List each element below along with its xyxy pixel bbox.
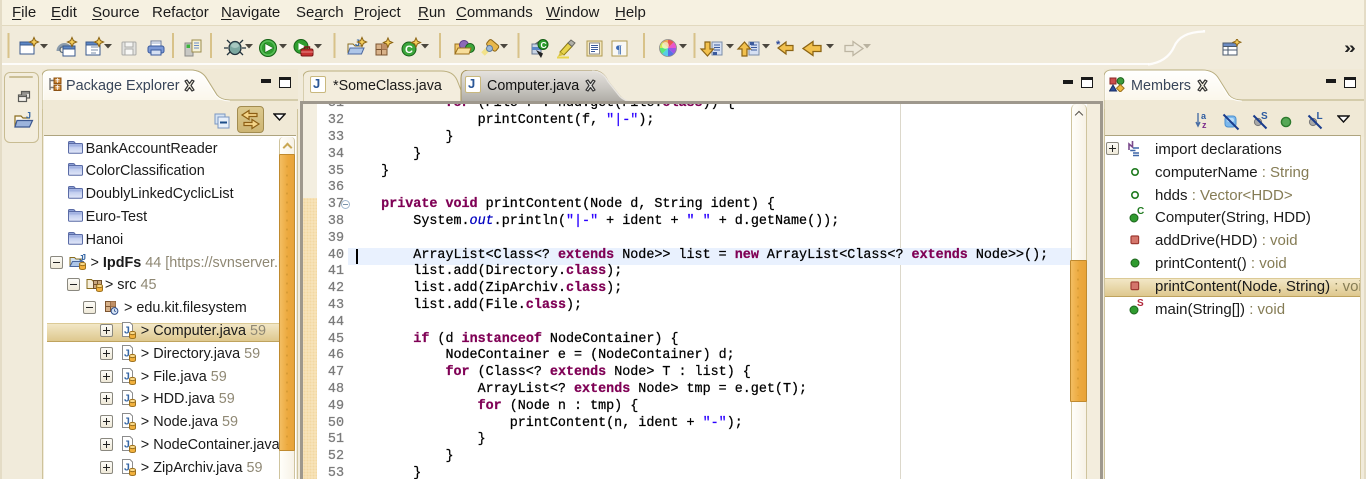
- svg-text:L: L: [1317, 111, 1323, 122]
- svg-text:S: S: [1261, 111, 1268, 122]
- svg-text:J: J: [82, 254, 86, 262]
- svg-text:C: C: [405, 44, 413, 56]
- svg-text:*: *: [776, 39, 781, 51]
- svg-text:z: z: [1202, 120, 1207, 130]
- svg-text:C: C: [541, 40, 547, 50]
- svg-text:¶: ¶: [616, 42, 622, 56]
- svg-text:J: J: [26, 111, 31, 121]
